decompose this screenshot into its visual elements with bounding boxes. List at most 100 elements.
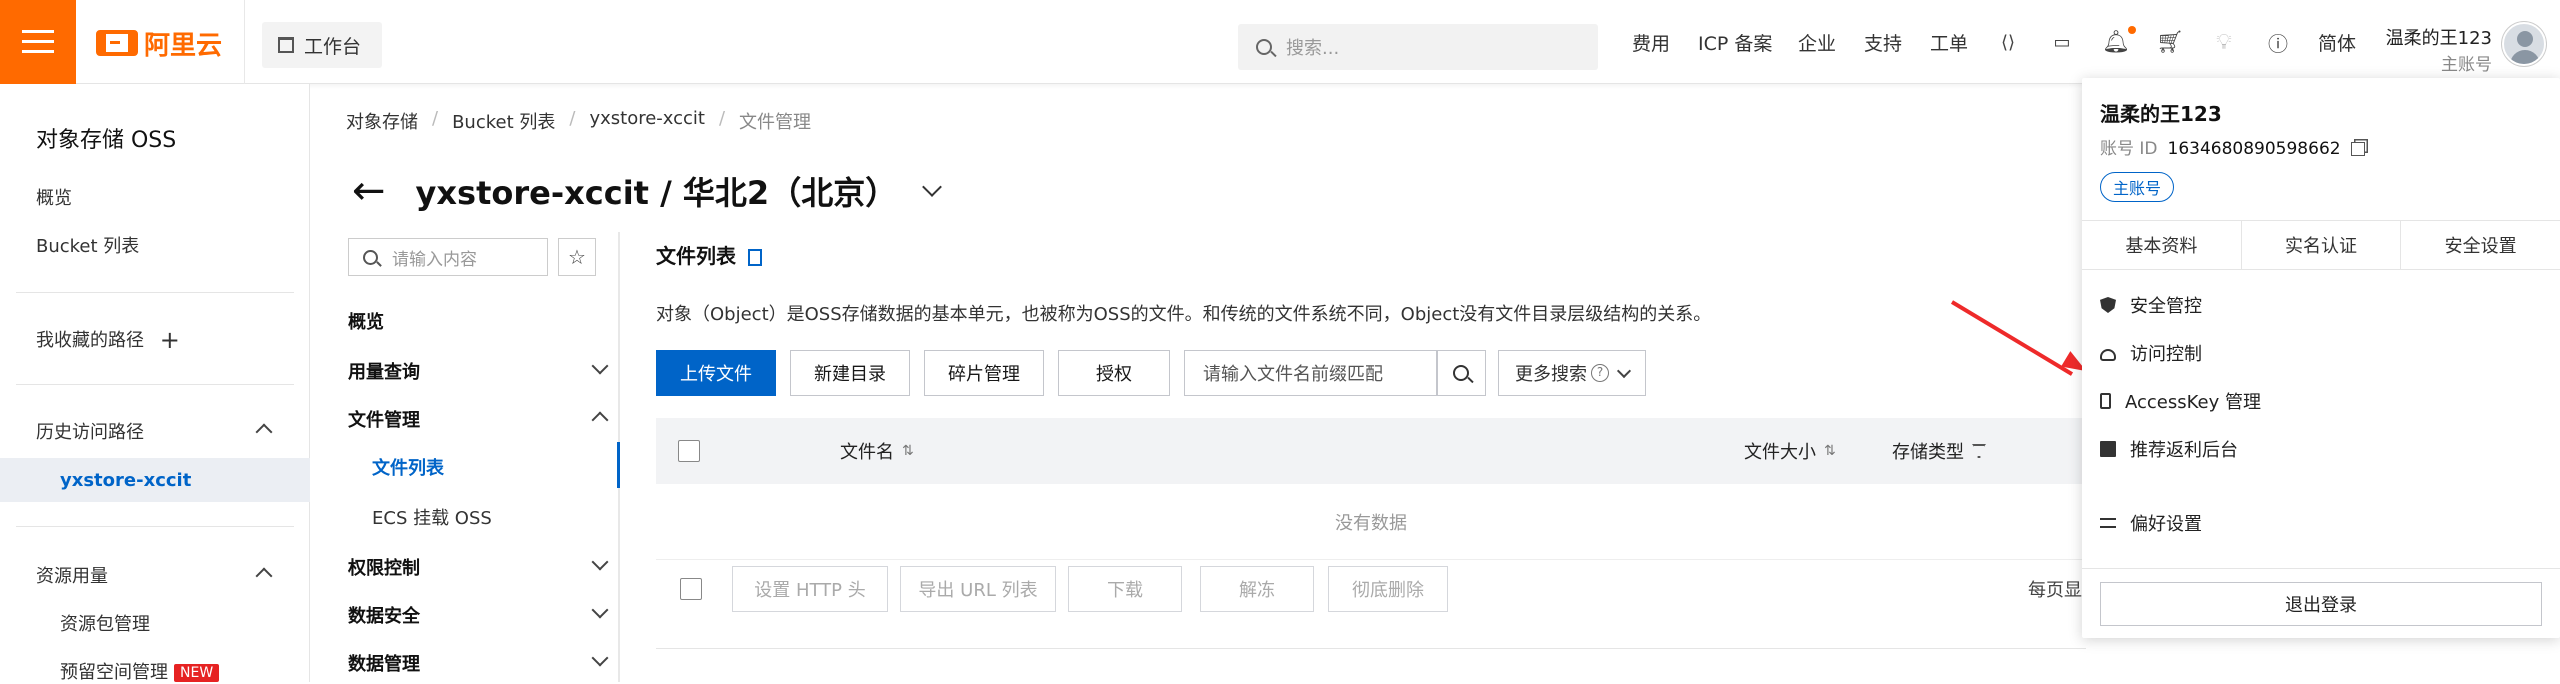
export-url-button[interactable]: 导出 URL 列表 bbox=[900, 566, 1056, 612]
sort-icon: ⇅ bbox=[902, 443, 914, 459]
set-http-header-button[interactable]: 设置 HTTP 头 bbox=[732, 566, 888, 612]
breadcrumb-bucket[interactable]: yxstore-xccit bbox=[589, 108, 705, 134]
user-menu[interactable]: 温柔的王123 主账号 bbox=[2374, 12, 2560, 75]
logout-button[interactable]: 退出登录 bbox=[2100, 582, 2542, 626]
chevron-down-icon[interactable] bbox=[591, 553, 609, 571]
nav-enterprise[interactable]: 企业 bbox=[1798, 0, 1836, 84]
menu-rebate[interactable]: 推荐返利后台 bbox=[2100, 434, 2238, 464]
copy-icon[interactable] bbox=[2350, 142, 2365, 156]
subnav-usage[interactable]: 用量查询 bbox=[348, 358, 420, 384]
bell-icon[interactable]: 🔔︎ bbox=[2102, 28, 2130, 56]
nav-fees[interactable]: 费用 bbox=[1632, 0, 1670, 84]
fragments-button[interactable]: 碎片管理 bbox=[924, 350, 1044, 396]
workbench-button[interactable]: 工作台 bbox=[262, 22, 382, 68]
chevron-down-icon[interactable] bbox=[591, 649, 609, 667]
annotation-arrow bbox=[1950, 300, 2074, 376]
left-nav: 对象存储 OSS 概览 Bucket 列表 我收藏的路径 + 历史访问路径 yx… bbox=[0, 84, 310, 684]
back-arrow-icon[interactable]: ← bbox=[352, 168, 386, 214]
breadcrumb-bucket-list[interactable]: Bucket 列表 bbox=[452, 108, 555, 134]
tab-real-name[interactable]: 实名认证 bbox=[2242, 221, 2402, 269]
tab-basic-info[interactable]: 基本资料 bbox=[2082, 221, 2242, 269]
nav-icp[interactable]: ICP 备案 bbox=[1698, 0, 1772, 84]
subnav-data-mgmt[interactable]: 数据管理 bbox=[348, 650, 420, 676]
menu-accesskey[interactable]: AccessKey 管理 bbox=[2100, 386, 2261, 416]
dropdown-tabs: 基本资料 实名认证 安全设置 bbox=[2082, 220, 2560, 270]
delete-button[interactable]: 彻底删除 bbox=[1328, 566, 1448, 612]
global-search-input[interactable]: 搜索... bbox=[1238, 24, 1598, 70]
more-search-button[interactable]: 更多搜索? bbox=[1498, 350, 1646, 396]
download-button[interactable]: 下载 bbox=[1068, 566, 1182, 612]
chevron-down-icon[interactable] bbox=[591, 357, 609, 375]
user-dropdown: 温柔的王123 账号 ID 1634680890598662 主账号 基本资料 实… bbox=[2082, 78, 2560, 638]
notification-dot bbox=[2128, 26, 2136, 34]
code-icon[interactable]: ⟨⟩ bbox=[1994, 28, 2022, 56]
empty-state: 没有数据 bbox=[656, 484, 2086, 560]
menu-preferences[interactable]: 偏好设置 bbox=[2100, 508, 2202, 538]
language-switch[interactable]: 简体 bbox=[2318, 0, 2356, 84]
subnav-data-security[interactable]: 数据安全 bbox=[348, 602, 420, 628]
nav-reserved-space[interactable]: 预留空间管理 NEW bbox=[60, 658, 220, 684]
add-icon[interactable]: + bbox=[160, 326, 180, 354]
breadcrumb-oss[interactable]: 对象存储 bbox=[346, 108, 418, 134]
bottom-section bbox=[656, 648, 2086, 682]
workbench-label: 工作台 bbox=[304, 35, 362, 58]
bulb-icon[interactable]: 💡︎ bbox=[2210, 28, 2238, 56]
home-icon bbox=[278, 37, 294, 53]
nav-history[interactable]: 历史访问路径 bbox=[36, 418, 144, 444]
authorize-button[interactable]: 授权 bbox=[1058, 350, 1170, 396]
menu-access-control[interactable]: 访问控制 bbox=[2100, 338, 2202, 368]
search-icon bbox=[1453, 365, 1469, 381]
nav-resources[interactable]: 资源用量 bbox=[36, 562, 108, 588]
batch-actions: 设置 HTTP 头 导出 URL 列表 下载 解冻 彻底删除 每页显 bbox=[656, 566, 2086, 626]
shield-icon bbox=[2100, 297, 2116, 313]
col-storage[interactable]: 存储类型 bbox=[1892, 418, 1986, 484]
nav-favorites[interactable]: 我收藏的路径 + bbox=[36, 326, 180, 354]
sort-icon: ⇅ bbox=[1824, 443, 1836, 459]
nav-support[interactable]: 支持 bbox=[1864, 0, 1902, 84]
menu-icon[interactable] bbox=[0, 0, 76, 84]
batch-select-checkbox[interactable] bbox=[680, 578, 702, 600]
filter-icon bbox=[1972, 444, 1986, 458]
active-indicator bbox=[617, 442, 620, 488]
chevron-down-icon[interactable] bbox=[922, 177, 943, 197]
doc-icon[interactable] bbox=[748, 249, 762, 266]
page-title-text: yxstore-xccit / 华北2（北京） bbox=[415, 174, 898, 212]
col-name[interactable]: 文件名 ⇅ bbox=[840, 418, 914, 484]
menu-security-control[interactable]: 安全管控 bbox=[2100, 290, 2202, 320]
subnav-ecs-mount[interactable]: ECS 挂载 OSS bbox=[372, 504, 492, 530]
cloud-icon bbox=[2100, 348, 2116, 361]
subnav-file-mgmt[interactable]: 文件管理 bbox=[348, 406, 420, 432]
cart-icon[interactable]: 🛒︎ bbox=[2156, 28, 2184, 56]
book-icon bbox=[2100, 441, 2116, 457]
key-icon bbox=[2100, 393, 2111, 409]
user-type: 主账号 bbox=[2441, 55, 2492, 75]
new-dir-button[interactable]: 新建目录 bbox=[790, 350, 910, 396]
file-search-button[interactable] bbox=[1436, 350, 1486, 396]
file-prefix-input[interactable]: 请输入文件名前缀匹配 bbox=[1184, 350, 1438, 396]
tab-security-settings[interactable]: 安全设置 bbox=[2401, 221, 2560, 269]
aliyun-logo[interactable]: 阿里云 bbox=[96, 26, 222, 61]
upload-button[interactable]: 上传文件 bbox=[656, 350, 776, 396]
nav-history-item[interactable]: yxstore-xccit bbox=[60, 470, 191, 491]
breadcrumb-current: 文件管理 bbox=[739, 112, 812, 133]
chevron-up-icon[interactable] bbox=[255, 567, 273, 585]
select-all-checkbox[interactable] bbox=[678, 440, 700, 462]
subnav-search-input[interactable]: 请输入内容 bbox=[348, 238, 548, 276]
subnav-file-list[interactable]: 文件列表 bbox=[372, 454, 444, 480]
nav-overview[interactable]: 概览 bbox=[36, 184, 72, 210]
nav-resource-pack[interactable]: 资源包管理 bbox=[60, 610, 150, 636]
col-size[interactable]: 文件大小 ⇅ bbox=[1744, 418, 1836, 484]
star-icon[interactable]: ☆ bbox=[558, 238, 596, 276]
section-description: 对象（Object）是OSS存储数据的基本单元，也被称为OSS的文件。和传统的文… bbox=[656, 304, 1712, 325]
nav-bucket-list[interactable]: Bucket 列表 bbox=[36, 232, 139, 258]
chevron-up-icon[interactable] bbox=[255, 423, 273, 441]
terminal-icon[interactable]: ▭ bbox=[2048, 28, 2076, 56]
subnav-permission[interactable]: 权限控制 bbox=[348, 554, 420, 580]
unfreeze-button[interactable]: 解冻 bbox=[1200, 566, 1314, 612]
nav-ticket[interactable]: 工单 bbox=[1930, 0, 1968, 84]
chevron-down-icon[interactable] bbox=[591, 601, 609, 619]
help-icon[interactable]: ⓘ bbox=[2264, 28, 2292, 56]
avatar[interactable] bbox=[2502, 22, 2546, 66]
chevron-up-icon[interactable] bbox=[591, 411, 609, 429]
subnav-overview[interactable]: 概览 bbox=[348, 308, 384, 334]
